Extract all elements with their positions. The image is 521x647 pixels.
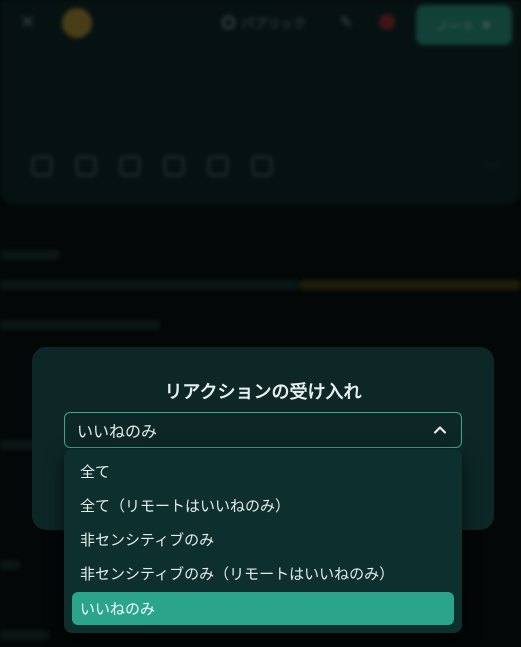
option-all-remote-like-only[interactable]: 全て（リモートはいいねのみ） — [72, 489, 454, 522]
chevron-up-icon — [433, 426, 447, 434]
option-like-only[interactable]: いいねのみ — [72, 592, 454, 625]
option-all[interactable]: 全て — [72, 455, 454, 488]
select-dropdown-menu: 全て 全て（リモートはいいねのみ） 非センシティブのみ 非センシティブのみ（リモ… — [64, 449, 462, 633]
option-non-sensitive-remote-like-only[interactable]: 非センシティブのみ（リモートはいいねのみ） — [72, 557, 454, 590]
reaction-acceptance-select[interactable]: いいねのみ — [64, 412, 462, 448]
option-non-sensitive-only[interactable]: 非センシティブのみ — [72, 523, 454, 556]
modal-title: リアクションの受け入れ — [164, 382, 362, 403]
select-value: いいねのみ — [77, 422, 158, 441]
